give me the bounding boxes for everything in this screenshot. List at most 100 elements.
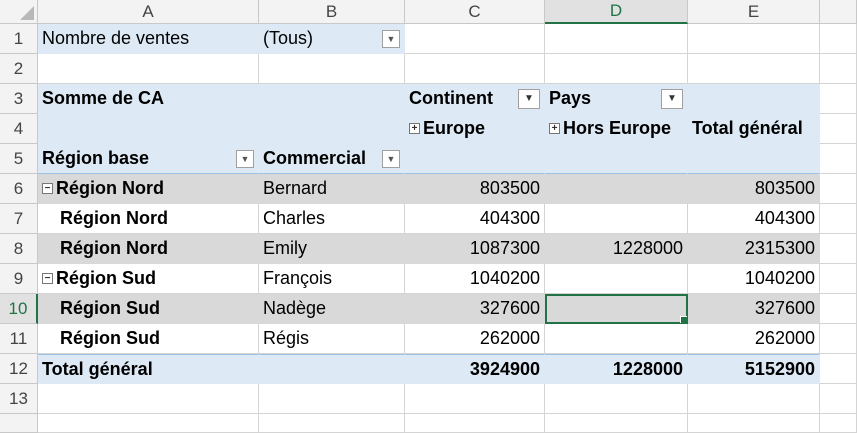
grand-total-label[interactable]: Total général bbox=[38, 354, 259, 384]
cell-f8[interactable] bbox=[820, 234, 857, 264]
commercial-cell[interactable]: Charles bbox=[259, 204, 405, 234]
expand-plus-icon[interactable]: + bbox=[549, 123, 560, 134]
hors-europe-value-cell[interactable] bbox=[545, 204, 688, 234]
cell-b2[interactable] bbox=[259, 54, 405, 84]
column-header-f[interactable] bbox=[820, 0, 857, 24]
total-value-cell[interactable]: 327600 bbox=[688, 294, 820, 324]
cell-f2[interactable] bbox=[820, 54, 857, 84]
cell-f7[interactable] bbox=[820, 204, 857, 234]
cell-f9[interactable] bbox=[820, 264, 857, 294]
cell-b4[interactable] bbox=[259, 114, 405, 144]
cell-e5[interactable] bbox=[688, 144, 820, 174]
collapse-minus-icon[interactable]: − bbox=[42, 183, 53, 194]
commercial-cell[interactable]: Emily bbox=[259, 234, 405, 264]
cell-e14[interactable] bbox=[688, 414, 820, 433]
cell-c2[interactable] bbox=[405, 54, 545, 84]
europe-value-cell[interactable]: 404300 bbox=[405, 204, 545, 234]
select-all-corner[interactable] bbox=[0, 0, 38, 24]
expand-plus-icon[interactable]: + bbox=[409, 123, 420, 134]
europe-column-header[interactable]: + Europe bbox=[405, 114, 545, 144]
hors-europe-value-cell[interactable] bbox=[545, 264, 688, 294]
europe-value-cell[interactable]: 327600 bbox=[405, 294, 545, 324]
grand-total-overall[interactable]: 5152900 bbox=[688, 354, 820, 384]
active-cell-d10[interactable] bbox=[545, 294, 688, 324]
column-header-c[interactable]: C bbox=[405, 0, 545, 24]
cell-d1[interactable] bbox=[545, 24, 688, 54]
filter-value-cell[interactable]: (Tous) ▼ bbox=[259, 24, 405, 54]
cell-f14[interactable] bbox=[820, 414, 857, 433]
cell-e13[interactable] bbox=[688, 384, 820, 414]
cell-a4[interactable] bbox=[38, 114, 259, 144]
cell-e2[interactable] bbox=[688, 54, 820, 84]
europe-value-cell[interactable]: 262000 bbox=[405, 324, 545, 354]
region-base-dropdown-button[interactable]: ▼ bbox=[236, 149, 254, 168]
cell-c14[interactable] bbox=[405, 414, 545, 433]
collapse-minus-icon[interactable]: − bbox=[42, 273, 53, 284]
hors-europe-value-cell[interactable] bbox=[545, 324, 688, 354]
region-cell[interactable]: − Région Nord bbox=[38, 174, 259, 204]
row-header-6[interactable]: 6 bbox=[0, 174, 38, 204]
cell-d13[interactable] bbox=[545, 384, 688, 414]
row-header-1[interactable]: 1 bbox=[0, 24, 38, 54]
cell-f11[interactable] bbox=[820, 324, 857, 354]
cell-e1[interactable] bbox=[688, 24, 820, 54]
europe-value-cell[interactable]: 1040200 bbox=[405, 264, 545, 294]
region-cell[interactable]: Région Nord bbox=[38, 234, 259, 264]
grand-total-hors-europe[interactable]: 1228000 bbox=[545, 354, 688, 384]
hors-europe-value-cell[interactable] bbox=[545, 174, 688, 204]
europe-value-cell[interactable]: 803500 bbox=[405, 174, 545, 204]
cell-a13[interactable] bbox=[38, 384, 259, 414]
cell-f12[interactable] bbox=[820, 354, 857, 384]
cell-b13[interactable] bbox=[259, 384, 405, 414]
commercial-dropdown-button[interactable]: ▼ bbox=[382, 149, 400, 168]
row-header-9[interactable]: 9 bbox=[0, 264, 38, 294]
cell-d2[interactable] bbox=[545, 54, 688, 84]
region-cell[interactable]: Région Nord bbox=[38, 204, 259, 234]
cell-c1[interactable] bbox=[405, 24, 545, 54]
total-general-column-header[interactable]: Total général bbox=[688, 114, 820, 144]
cell-f10[interactable] bbox=[820, 294, 857, 324]
row-header-3[interactable]: 3 bbox=[0, 84, 38, 114]
filter-label-cell[interactable]: Nombre de ventes bbox=[38, 24, 259, 54]
cell-b12[interactable] bbox=[259, 354, 405, 384]
grand-total-europe[interactable]: 3924900 bbox=[405, 354, 545, 384]
total-value-cell[interactable]: 803500 bbox=[688, 174, 820, 204]
commercial-cell[interactable]: Régis bbox=[259, 324, 405, 354]
row-header-11[interactable]: 11 bbox=[0, 324, 38, 354]
total-value-cell[interactable]: 404300 bbox=[688, 204, 820, 234]
commercial-cell[interactable]: Bernard bbox=[259, 174, 405, 204]
cell-a14[interactable] bbox=[38, 414, 259, 433]
cell-e3[interactable] bbox=[688, 84, 820, 114]
cell-d5[interactable] bbox=[545, 144, 688, 174]
row-header-13[interactable]: 13 bbox=[0, 384, 38, 414]
column-header-b[interactable]: B bbox=[259, 0, 405, 24]
row-header-8[interactable]: 8 bbox=[0, 234, 38, 264]
row-header-5[interactable]: 5 bbox=[0, 144, 38, 174]
column-header-a[interactable]: A bbox=[38, 0, 259, 24]
column-header-e[interactable]: E bbox=[688, 0, 820, 24]
total-value-cell[interactable]: 2315300 bbox=[688, 234, 820, 264]
cell-f13[interactable] bbox=[820, 384, 857, 414]
region-cell[interactable]: Région Sud bbox=[38, 324, 259, 354]
row-header-12[interactable]: 12 bbox=[0, 354, 38, 384]
cell-a2[interactable] bbox=[38, 54, 259, 84]
row-header-7[interactable]: 7 bbox=[0, 204, 38, 234]
region-cell[interactable]: − Région Sud bbox=[38, 264, 259, 294]
total-value-cell[interactable]: 1040200 bbox=[688, 264, 820, 294]
cell-d14[interactable] bbox=[545, 414, 688, 433]
filter-dropdown-button[interactable]: ▼ bbox=[382, 29, 400, 48]
total-value-cell[interactable]: 262000 bbox=[688, 324, 820, 354]
row-header-4[interactable]: 4 bbox=[0, 114, 38, 144]
pivot-value-header[interactable]: Somme de CA bbox=[38, 84, 259, 114]
continent-field-header[interactable]: Continent ▼ bbox=[405, 84, 545, 114]
commercial-field-header[interactable]: Commercial ▼ bbox=[259, 144, 405, 174]
row-header-2[interactable]: 2 bbox=[0, 54, 38, 84]
cell-c13[interactable] bbox=[405, 384, 545, 414]
cell-c5[interactable] bbox=[405, 144, 545, 174]
cell-f3[interactable] bbox=[820, 84, 857, 114]
europe-value-cell[interactable]: 1087300 bbox=[405, 234, 545, 264]
cell-b14[interactable] bbox=[259, 414, 405, 433]
row-header-10[interactable]: 10 bbox=[0, 294, 38, 324]
region-base-field-header[interactable]: Région base ▼ bbox=[38, 144, 259, 174]
commercial-cell[interactable]: Nadège bbox=[259, 294, 405, 324]
